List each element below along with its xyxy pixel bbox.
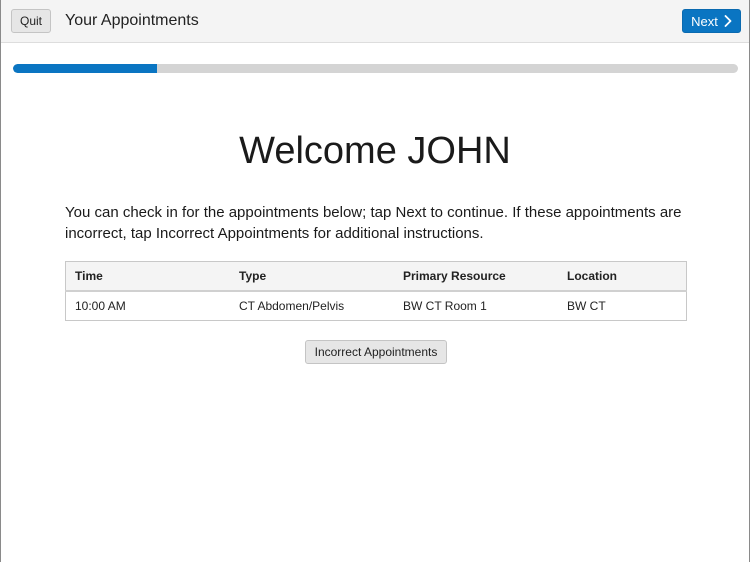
instructions-text: You can check in for the appointments be… — [65, 204, 682, 242]
table-header-row: Time Type Primary Resource Location — [65, 261, 687, 292]
progress-fill — [13, 64, 157, 73]
cell-time: 10:00 AM — [75, 299, 126, 313]
table-row: 10:00 AM CT Abdomen/Pelvis BW CT Room 1 … — [66, 291, 687, 321]
column-header-type: Type — [230, 261, 394, 292]
quit-button[interactable]: Quit — [11, 9, 51, 33]
cell-location: BW CT — [567, 299, 606, 313]
welcome-heading: Welcome JOHN — [239, 130, 511, 172]
next-button-label: Next — [691, 13, 718, 29]
progress-bar — [13, 64, 738, 73]
next-button[interactable]: Next — [682, 9, 741, 33]
appointments-table: Time Type Primary Resource Location 10:0… — [65, 261, 687, 321]
column-header-location: Location — [558, 261, 687, 292]
cell-type: CT Abdomen/Pelvis — [239, 299, 345, 313]
chevron-right-icon — [724, 15, 732, 27]
column-header-primary-resource: Primary Resource — [394, 261, 558, 292]
cell-primary-resource: BW CT Room 1 — [403, 299, 487, 313]
incorrect-appointments-button[interactable]: Incorrect Appointments — [305, 340, 447, 364]
header-bar: Quit Your Appointments Next — [1, 0, 749, 43]
column-header-time: Time — [65, 261, 230, 292]
page-title: Your Appointments — [65, 12, 199, 29]
